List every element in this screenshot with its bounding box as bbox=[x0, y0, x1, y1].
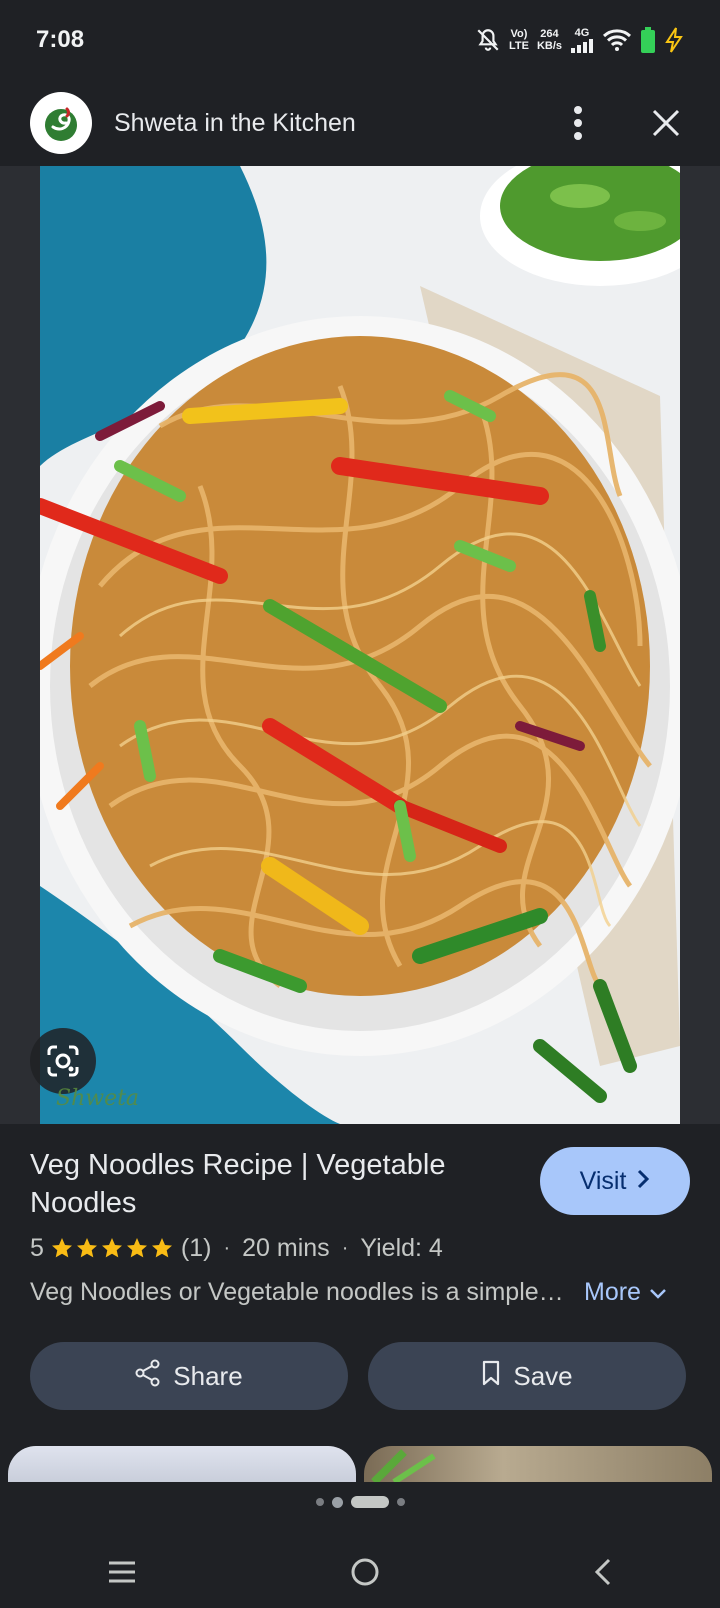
lens-icon[interactable] bbox=[30, 1028, 96, 1094]
rating-value: 5 bbox=[30, 1233, 44, 1262]
description-row: Veg Noodles or Vegetable noodles is a si… bbox=[30, 1274, 690, 1310]
status-time: 7:08 bbox=[36, 26, 85, 53]
speed-value: 264 bbox=[540, 28, 559, 40]
recipe-yield: Yield: 4 bbox=[360, 1233, 443, 1262]
recent-apps-icon[interactable] bbox=[107, 1560, 137, 1589]
status-bar: 7:08 Vo) LTE 264 KB/s 4G bbox=[0, 0, 720, 80]
network-speed: 264 KB/s bbox=[537, 28, 562, 52]
lte-label: LTE bbox=[508, 40, 529, 52]
system-nav-bar bbox=[0, 1540, 720, 1608]
share-button[interactable]: Share bbox=[30, 1342, 348, 1410]
chevron-down-icon bbox=[649, 1278, 667, 1307]
speed-unit: KB/s bbox=[536, 40, 562, 52]
home-icon[interactable] bbox=[350, 1557, 380, 1592]
share-label: Share bbox=[173, 1360, 243, 1391]
related-image[interactable] bbox=[364, 1446, 712, 1482]
volte-label: Vo) bbox=[510, 28, 528, 40]
star-icon bbox=[151, 1238, 172, 1258]
image-watermark: Shweta bbox=[56, 1086, 140, 1111]
page-indicator bbox=[0, 1496, 720, 1508]
source-name[interactable]: Shweta in the Kitchen bbox=[114, 109, 554, 138]
cook-time: 20 mins bbox=[242, 1233, 330, 1262]
battery-icon bbox=[640, 27, 656, 53]
save-label: Save bbox=[513, 1360, 573, 1391]
share-icon bbox=[135, 1359, 161, 1394]
shweta-logo-icon[interactable] bbox=[30, 92, 92, 154]
visit-label: Visit bbox=[579, 1166, 627, 1195]
review-count: (1) bbox=[180, 1233, 212, 1262]
back-icon[interactable] bbox=[593, 1557, 613, 1592]
source-header: Shweta in the Kitchen bbox=[0, 80, 720, 166]
recipe-title[interactable]: Veg Noodles Recipe | Vegetable Noodles bbox=[30, 1146, 510, 1222]
page-dot-active bbox=[350, 1496, 389, 1508]
network-label: 4G bbox=[574, 27, 590, 39]
close-icon[interactable] bbox=[642, 99, 690, 147]
page-dot bbox=[331, 1496, 343, 1508]
star-icon bbox=[76, 1238, 97, 1258]
related-image[interactable] bbox=[8, 1446, 356, 1482]
mute-bell-icon bbox=[475, 27, 501, 53]
separator: · bbox=[341, 1236, 349, 1259]
separator: · bbox=[223, 1236, 231, 1259]
star-icon bbox=[51, 1238, 72, 1258]
network-type: 4G bbox=[570, 27, 594, 53]
recipe-meta: 5 (1) · 20 mins · Yield: 4 bbox=[30, 1230, 443, 1266]
chevron-right-icon bbox=[636, 1167, 650, 1196]
signal-icon bbox=[570, 39, 594, 53]
star-rating bbox=[50, 1236, 175, 1260]
image-viewer bbox=[0, 166, 720, 1124]
recipe-image[interactable] bbox=[40, 166, 680, 1124]
more-vert-icon[interactable] bbox=[554, 99, 602, 147]
wifi-icon bbox=[602, 28, 632, 52]
recipe-description: Veg Noodles or Vegetable noodles is a si… bbox=[30, 1277, 564, 1306]
star-icon bbox=[101, 1238, 122, 1258]
more-label: More bbox=[584, 1277, 641, 1306]
save-button[interactable]: Save bbox=[368, 1342, 686, 1410]
bookmark-icon bbox=[481, 1360, 501, 1393]
more-button[interactable]: More bbox=[584, 1278, 667, 1307]
star-icon bbox=[126, 1238, 147, 1258]
status-icons: Vo) LTE 264 KB/s 4G bbox=[475, 27, 684, 53]
volte-indicator: Vo) LTE bbox=[509, 28, 529, 52]
page-dot bbox=[315, 1498, 324, 1506]
charging-icon bbox=[664, 27, 684, 53]
visit-button[interactable]: Visit bbox=[540, 1147, 690, 1215]
page-dot bbox=[396, 1498, 405, 1506]
